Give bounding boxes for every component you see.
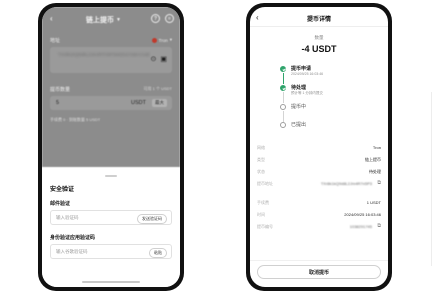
amount-value: 5 [56, 100, 60, 106]
security-verification-sheet: 安全验证 邮件验证 输入验证码 发送验证码 身份验证应用验证码 输入谷歌验证码 … [42, 169, 180, 287]
sheet-title: 安全验证 [50, 187, 75, 193]
timeline-line [282, 73, 284, 84]
history-icon[interactable]: ≡ [165, 14, 174, 23]
step-title: 待处理 [291, 85, 307, 91]
scan-icon[interactable]: ▣ [160, 55, 167, 63]
network-selector[interactable]: Tron ▾ [151, 37, 172, 43]
withdraw-amount: -4 USDT [301, 44, 337, 54]
step-processing: 提币中 [280, 103, 380, 122]
check-icon [280, 85, 286, 91]
phone-withdraw-form: ‹ 链上提币 ▼ ? ≡ 地址 Tron ▾ TXr8k1kQ9d8L2Jm4R… [38, 3, 184, 291]
address-label: 地址 [50, 38, 61, 44]
chevron-down-icon: ▾ [169, 37, 172, 42]
page-title: 链上提币 ▼ [86, 17, 121, 24]
amount-unit: USDT [131, 100, 146, 106]
home-indicator [82, 281, 140, 283]
withdraw-id: 1038291745 [349, 224, 372, 229]
max-button[interactable]: 最大 [152, 99, 167, 107]
step-subtitle: 2024/09/25 16:03:46 [291, 72, 324, 76]
edge-shadow [431, 92, 432, 266]
top-bar: ‹ 提币详情 [250, 13, 388, 25]
step-subtitle: 预计等 1 分钟内提交 [291, 91, 323, 95]
amount-label: 数量 [314, 35, 324, 40]
step-title: 提币申请 [291, 66, 312, 72]
available-balance: 可用 1 个 USDT [143, 86, 172, 91]
back-arrow-icon[interactable]: ‹ [50, 14, 53, 23]
send-code-button[interactable]: 发送验证码 [137, 214, 167, 224]
detail-row-id: 提币编号 1038291745 ⧉ [257, 223, 381, 229]
top-bar: ‹ 链上提币 ▼ ? ≡ [42, 12, 180, 26]
pending-circle-icon [280, 122, 286, 128]
detail-row-network: 网络 Tron [257, 145, 381, 150]
step-title: 提币中 [291, 104, 307, 110]
detail-row-address: 提币地址 TXr8k1kQ9d8L2Jm4R7n5P3 ⧉ [257, 180, 381, 186]
address-value: TXr8k1kQ9d8L2Jm4R7n5P3w6Zx2Ya9cV1sB [58, 52, 150, 57]
withdraw-screen: ‹ 链上提币 ▼ ? ≡ 地址 Tron ▾ TXr8k1kQ9d8L2Jm4R… [42, 7, 180, 287]
step-completed: 已提出 [280, 121, 380, 139]
authenticator-placeholder: 输入谷歌验证码 [56, 249, 88, 254]
chevron-down-icon[interactable]: ▼ [116, 17, 121, 23]
withdraw-address: TXr8k1kQ9d8L2Jm4R7n5P3 [320, 181, 372, 186]
address-actions: ⊙ ▣ [151, 55, 168, 63]
withdraw-detail-screen: ‹ 提币详情 数量 -4 USDT 提币申请 2024/09/25 16:03:… [250, 7, 388, 287]
help-icon[interactable]: ? [151, 14, 160, 23]
amount-input[interactable]: 5 USDT 最大 [50, 96, 172, 110]
page-title: 提币详情 [306, 17, 331, 23]
address-input[interactable]: TXr8k1kQ9d8L2Jm4R7n5P3w6Zx2Ya9cV1sB ⊙ ▣ [50, 47, 172, 73]
pending-circle-icon [280, 104, 286, 110]
timeline-line [282, 92, 284, 103]
email-code-placeholder: 输入验证码 [56, 215, 79, 220]
step-pending: 待处理 预计等 1 分钟内提交 [280, 84, 380, 103]
step-title: 已提出 [291, 122, 307, 128]
tron-icon [151, 37, 157, 43]
copy-icon[interactable]: ⧉ [377, 223, 381, 229]
paste-button[interactable]: 粘贴 [149, 248, 167, 258]
top-icons: ? ≡ [151, 14, 174, 23]
copy-icon[interactable]: ⧉ [377, 180, 381, 186]
authenticator-code-input[interactable]: 输入谷歌验证码 粘贴 [50, 244, 172, 259]
step-applied: 提币申请 2024/09/25 16:03:46 [280, 65, 380, 84]
email-verification-label: 邮件验证 [50, 201, 71, 207]
detail-row-type: 类型 链上提币 [257, 157, 381, 162]
detail-row-fee: 手续费 1 USDT [257, 200, 381, 205]
dimmed-background: ‹ 链上提币 ▼ ? ≡ 地址 Tron ▾ TXr8k1kQ9d8L2Jm4R… [42, 7, 180, 167]
detail-row-status: 状态 待处理 [257, 169, 381, 174]
check-icon [280, 66, 286, 72]
email-code-input[interactable]: 输入验证码 发送验证码 [50, 210, 172, 225]
fee-summary: 手续费 0 · 到账数量 5 USDT [50, 117, 101, 122]
divider [250, 260, 388, 261]
sheet-handle[interactable] [105, 175, 117, 177]
authenticator-label: 身份验证应用验证码 [50, 235, 96, 241]
phone-withdraw-detail: ‹ 提币详情 数量 -4 USDT 提币申请 2024/09/25 16:03:… [246, 3, 392, 291]
cancel-withdraw-button[interactable]: 取消提币 [257, 265, 381, 279]
divider [250, 26, 388, 27]
address-book-icon[interactable]: ⊙ [151, 55, 157, 63]
detail-row-time: 时间 2024/09/25 16:03:46 [257, 212, 381, 217]
amount-label: 提币数量 [50, 87, 71, 93]
